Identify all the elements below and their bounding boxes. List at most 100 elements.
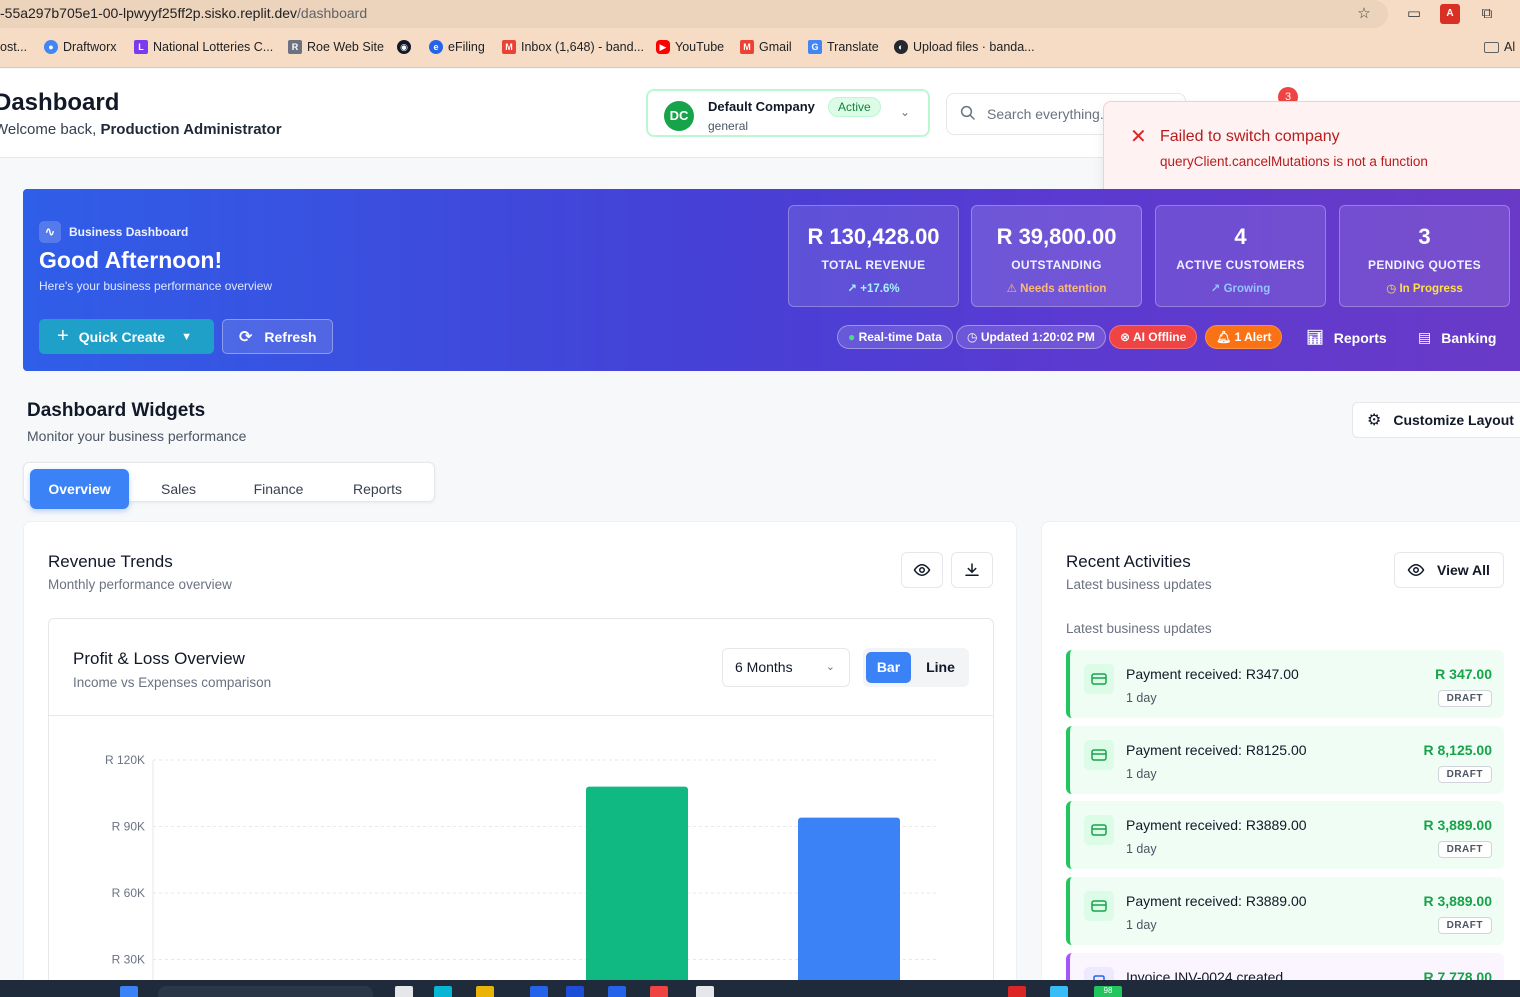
taskbar-app-icon[interactable]	[650, 986, 668, 997]
card-subtitle: Latest business updates	[1066, 577, 1212, 592]
bookmark-item[interactable]: L National Lotteries C...	[134, 40, 273, 54]
refresh-button[interactable]: ⟳ Refresh	[222, 319, 333, 354]
activity-item[interactable]: Payment received: R3889.00 1 day R 3,889…	[1066, 801, 1504, 869]
status-badge: DRAFT	[1437, 841, 1492, 858]
kpi-value: 3	[1418, 224, 1431, 249]
gmail-icon: M	[502, 40, 516, 54]
taskbar-app-icon[interactable]	[434, 986, 452, 997]
taskbar-app-icon[interactable]	[395, 986, 413, 997]
preview-button[interactable]	[901, 552, 943, 588]
activity-title: Payment received: R3889.00	[1126, 817, 1307, 833]
taskbar-app-icon[interactable]	[530, 986, 548, 997]
address-bar[interactable]: -55a297b705e1-00-lpwyyf25ff2p.sisko.repl…	[0, 0, 1388, 28]
kpi-pending-quotes[interactable]: 3 PENDING QUOTES ◷ In Progress	[1339, 205, 1510, 307]
bookmark-item[interactable]: M Inbox (1,648) - band...	[502, 40, 644, 54]
y-tick-label: R 30K	[112, 953, 145, 967]
status-badge: DRAFT	[1437, 917, 1492, 934]
widget-tabs: Overview Sales Finance Reports	[23, 462, 435, 509]
activity-amount: R 347.00	[1435, 666, 1492, 682]
activity-item[interactable]: Payment received: R347.00 1 day R 347.00…	[1066, 650, 1504, 718]
company-type: general	[708, 119, 749, 133]
folder-icon	[1484, 41, 1499, 53]
tab-finance[interactable]: Finance	[229, 469, 328, 509]
bookmark-item[interactable]: G Translate	[808, 40, 879, 54]
taskbar-app-icon[interactable]	[566, 986, 584, 997]
chart-bar[interactable]	[798, 817, 900, 997]
hero-subtitle: Here's your business performance overvie…	[39, 279, 273, 293]
chevron-down-icon: ▼	[181, 330, 192, 343]
y-tick-label: R 90K	[112, 820, 145, 834]
line-toggle[interactable]: Line	[918, 652, 963, 683]
credit-card-icon	[1084, 740, 1114, 770]
recent-activities-card: Recent Activities Latest business update…	[1041, 521, 1520, 997]
quick-create-button[interactable]: + Quick Create ▼	[39, 319, 214, 354]
gmail-icon: M	[740, 40, 754, 54]
refresh-icon: ⟳	[239, 328, 253, 346]
kpi-trend: ⚠ Needs attention	[1006, 283, 1107, 295]
activity-item[interactable]: Payment received: R3889.00 1 day R 3,889…	[1066, 877, 1504, 945]
company-status-badge: Active	[828, 97, 881, 117]
activity-title: Payment received: R8125.00	[1126, 742, 1307, 758]
folder-icon[interactable]	[476, 986, 494, 997]
bookmark-item[interactable]: ▶ YouTube	[656, 40, 724, 54]
download-button[interactable]	[951, 552, 993, 588]
taskbar-app-icon[interactable]	[696, 986, 714, 997]
view-all-button[interactable]: View All	[1394, 552, 1504, 588]
profit-loss-chart: R 120K R 90K R 60K R 30K	[105, 753, 939, 997]
tab-overview[interactable]: Overview	[30, 469, 129, 509]
chevron-down-icon: ⌄	[900, 105, 911, 119]
windows-start-icon[interactable]	[120, 986, 138, 997]
ai-status-pill: ⊗ AI Offline	[1109, 325, 1198, 349]
extensions-icon[interactable]: ⧉	[1477, 4, 1497, 24]
bookmark-item[interactable]: M Gmail	[740, 40, 792, 54]
tab-reports[interactable]: Reports	[328, 469, 427, 509]
activity-time: 1 day	[1126, 767, 1157, 781]
customize-layout-button[interactable]: ⚙ Customize Layout	[1352, 402, 1520, 438]
bookmark-item[interactable]: ost...	[0, 40, 27, 54]
banking-link[interactable]: ▤ Banking	[1418, 329, 1496, 346]
bookmark-item[interactable]: e eFiling	[429, 40, 485, 54]
taskbar-search[interactable]	[158, 986, 373, 997]
bookmark-item[interactable]: ● Draftworx	[44, 40, 116, 54]
activity-title: Payment received: R3889.00	[1126, 893, 1307, 909]
chrome-icon: ●	[44, 40, 58, 54]
chart-bar[interactable]	[586, 786, 688, 997]
bookmark-item[interactable]: Al	[1484, 40, 1515, 54]
panel-header: Profit & Loss Overview Income vs Expense…	[49, 619, 993, 716]
activity-time: 1 day	[1126, 691, 1157, 705]
search-icon	[960, 105, 975, 120]
kpi-label: OUTSTANDING	[1011, 258, 1102, 272]
pdf-extension-icon[interactable]: A	[1440, 4, 1460, 24]
chart-type-toggle: Bar Line	[863, 648, 969, 687]
kpi-total-revenue[interactable]: R 130,428.00 TOTAL REVENUE ↗ +17.6%	[788, 205, 959, 307]
cast-icon[interactable]: ▭	[1404, 4, 1424, 24]
tab-sales[interactable]: Sales	[129, 469, 228, 509]
taskbar-app-icon[interactable]	[1008, 986, 1026, 997]
company-switcher[interactable]: DC Default Company Active general ⌄	[646, 89, 930, 137]
close-icon[interactable]: ✕	[1130, 124, 1147, 149]
hero-banner: ∿ Business Dashboard Good Afternoon! Here…	[23, 189, 1520, 371]
taskbar-badge-icon[interactable]: 98	[1094, 986, 1122, 997]
bookmark-item[interactable]: ◐ Upload files · banda...	[894, 40, 1035, 54]
kpi-trend: ↗ Growing	[1210, 283, 1271, 295]
eye-icon	[913, 563, 931, 577]
bookmark-item[interactable]: R Roe Web Site	[288, 40, 384, 54]
credit-card-icon	[1084, 891, 1114, 921]
kpi-label: PENDING QUOTES	[1368, 258, 1481, 272]
taskbar-app-icon[interactable]	[1050, 986, 1068, 997]
search-placeholder: Search everything...	[987, 106, 1112, 122]
bar-toggle[interactable]: Bar	[866, 652, 911, 683]
star-icon[interactable]: ☆	[1354, 4, 1374, 24]
kpi-outstanding[interactable]: R 39,800.00 OUTSTANDING ⚠ Needs attentio…	[971, 205, 1142, 307]
panel-subtitle: Income vs Expenses comparison	[73, 675, 272, 690]
bookmark-item[interactable]: ◉	[397, 40, 411, 54]
activity-item[interactable]: Payment received: R8125.00 1 day R 8,125…	[1066, 726, 1504, 794]
period-select[interactable]: 6 Months ⌄	[722, 648, 850, 687]
activities-label: Latest business updates	[1066, 621, 1212, 636]
activity-amount: R 8,125.00	[1423, 742, 1493, 758]
alert-pill[interactable]: 🔔︎ 1 Alert	[1205, 325, 1283, 349]
taskbar-app-icon[interactable]	[608, 986, 626, 997]
reports-link[interactable]: 📊︎ Reports	[1306, 329, 1387, 346]
kpi-trend: ◷ In Progress	[1386, 283, 1463, 295]
kpi-active-customers[interactable]: 4 ACTIVE CUSTOMERS ↗ Growing	[1155, 205, 1326, 307]
